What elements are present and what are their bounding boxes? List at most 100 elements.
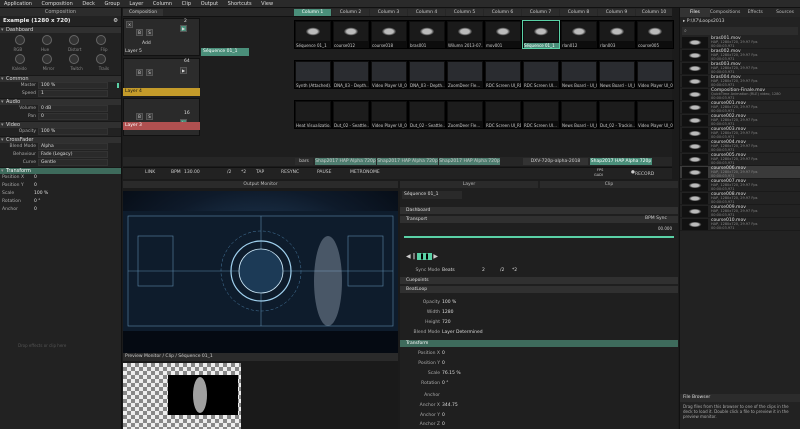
master-slider[interactable]: 100 % bbox=[38, 82, 108, 89]
clip-cell[interactable]: Wilumn 2013-07... bbox=[446, 20, 484, 49]
column-7-tab[interactable]: Column 7 bbox=[522, 9, 559, 16]
speed-slider[interactable]: 1 bbox=[38, 90, 108, 97]
add-layer-button[interactable]: Add bbox=[142, 41, 151, 46]
folder-path[interactable]: P:\X7\Loops2013 bbox=[687, 19, 725, 24]
master-handle[interactable] bbox=[117, 83, 119, 88]
opacity-value[interactable]: 100 % bbox=[442, 299, 456, 307]
clip-cell[interactable]: RDC Screen UI_RDC... bbox=[484, 100, 522, 129]
metronome-button[interactable]: METRONOME bbox=[350, 170, 380, 175]
composition-column-tab[interactable]: Composition bbox=[123, 9, 163, 16]
section-dashboard[interactable]: Dashboard bbox=[400, 207, 678, 214]
knob-mirror[interactable] bbox=[41, 54, 52, 64]
file-item[interactable]: Composition-Finale.mov QuickTime Animatio… bbox=[680, 88, 800, 101]
menu-deck[interactable]: Deck bbox=[78, 0, 99, 8]
section-crossfader[interactable]: CrossFader bbox=[0, 136, 121, 144]
clip-cell[interactable]: Dut_02 - Seattle... bbox=[408, 100, 446, 129]
volume-slider[interactable]: 0 dB bbox=[38, 105, 108, 112]
section-common[interactable]: Common bbox=[0, 75, 121, 83]
clip-cell[interactable]: rlan012 bbox=[560, 20, 598, 49]
clip-cell[interactable]: ZoomDeer Fle... bbox=[446, 60, 484, 89]
blend-select[interactable]: Alpha bbox=[38, 143, 108, 150]
column-10-tab[interactable]: Column 10 bbox=[636, 9, 672, 16]
knob-flip[interactable] bbox=[96, 35, 107, 45]
effects-tab[interactable]: Effects bbox=[740, 8, 770, 17]
section-transport[interactable]: Transport bbox=[400, 216, 678, 223]
scale-value[interactable]: 100 % bbox=[34, 190, 56, 198]
files-tab[interactable]: Files bbox=[680, 8, 710, 17]
solo-button[interactable]: S bbox=[146, 113, 153, 120]
layer-5-play-button[interactable]: ▶ bbox=[180, 25, 187, 32]
posy-value[interactable]: 0 bbox=[34, 182, 56, 190]
clip-cell[interactable]: Dut_02 - Trackin... bbox=[598, 100, 636, 129]
clip-cell[interactable]: rlan003 bbox=[598, 20, 636, 49]
section-audio[interactable]: Audio bbox=[0, 98, 121, 106]
menu-shortcuts[interactable]: Shortcuts bbox=[224, 0, 256, 8]
column-2-tab[interactable]: Column 2 bbox=[332, 9, 369, 16]
clip-cell[interactable]: News Board - UI_06... bbox=[560, 60, 598, 89]
height-value[interactable]: 720 bbox=[442, 319, 451, 327]
posy-value[interactable]: 0 bbox=[442, 360, 445, 368]
clip-name-field[interactable]: Séquence 01_1 bbox=[402, 191, 462, 199]
record-button[interactable]: ● RECORD bbox=[631, 170, 654, 177]
menu-composition[interactable]: Composition bbox=[38, 0, 77, 8]
menu-application[interactable]: Application bbox=[0, 0, 36, 8]
scale-value[interactable]: 76.15 % bbox=[442, 370, 461, 378]
section-beatloop[interactable]: BeatLoop bbox=[400, 286, 678, 293]
file-item[interactable]: course008.mov HAP, 1280x720, 29.97 Fps 00… bbox=[680, 192, 800, 205]
deck-tab-shap-3[interactable]: Shap2017 HAP Alpha 720p bbox=[439, 158, 500, 165]
resync-button[interactable]: RESYNC bbox=[281, 170, 299, 175]
column-3-tab[interactable]: Column 3 bbox=[370, 9, 407, 16]
rotation-value[interactable]: 0 ° bbox=[442, 380, 449, 388]
anchor-x-value[interactable]: 344.75 bbox=[442, 402, 458, 410]
clip-cell[interactable]: bras001 bbox=[408, 20, 446, 49]
sync-num[interactable]: 2 bbox=[482, 267, 485, 275]
clip-cell[interactable]: DNA_03 - Depth... bbox=[332, 60, 370, 89]
clip-cell[interactable]: RDC Screen UI_RDC... bbox=[484, 60, 522, 89]
layer-4-play-button[interactable]: ▶ bbox=[180, 67, 187, 74]
clip-cell[interactable]: course012 bbox=[332, 20, 370, 49]
playback-controls[interactable]: ◀ ‖ ❚❚ ▶ bbox=[406, 253, 438, 260]
knob-kaleido[interactable] bbox=[14, 54, 25, 64]
clip-cell[interactable]: Séquence 01_1 bbox=[294, 20, 332, 49]
column-1-tab[interactable]: Column 1 bbox=[294, 9, 331, 16]
section-transform[interactable]: Transform bbox=[400, 340, 678, 347]
section-transform[interactable]: Transform bbox=[0, 167, 121, 175]
deck-tab-shap-4[interactable]: Shap2017 HAP Alpha 720p bbox=[590, 158, 652, 165]
column-5-tab[interactable]: Column 5 bbox=[446, 9, 483, 16]
menu-view[interactable]: View bbox=[257, 0, 277, 8]
gear-icon[interactable]: ⚙ bbox=[113, 16, 118, 26]
anchor-z-value[interactable]: 0 bbox=[442, 421, 445, 429]
behaviour-select[interactable]: Fade (Legacy) bbox=[38, 151, 108, 158]
clip-cell[interactable]: Video Player UI_03... bbox=[370, 100, 408, 129]
file-item[interactable]: bras004.mov HAP, 1280x720, 29.97 Fps 00:0… bbox=[680, 75, 800, 88]
file-item[interactable]: course006.mov HAP, 1280x720, 29.97 Fps 00… bbox=[680, 166, 800, 179]
bpm-half-button[interactable]: /2 bbox=[227, 170, 231, 175]
knob-hue[interactable] bbox=[41, 35, 52, 45]
bypass-button[interactable]: B bbox=[136, 69, 143, 76]
tap-button[interactable]: TAP bbox=[256, 170, 264, 175]
sync-mode-value[interactable]: Beats bbox=[442, 267, 455, 275]
menu-column[interactable]: Column bbox=[149, 0, 176, 8]
posx-value[interactable]: 0 bbox=[442, 350, 445, 358]
anchor-value[interactable]: 0 bbox=[34, 206, 56, 214]
clip-cell[interactable]: Video Player UI_03... bbox=[370, 60, 408, 89]
clip-cell[interactable]: ZoomDeer Fle... bbox=[446, 100, 484, 129]
clip-cell[interactable]: Heat Visualizatio... bbox=[294, 100, 332, 129]
clip-cell[interactable]: DNA_03 - Depth... bbox=[408, 60, 446, 89]
clip-tab[interactable]: Clip bbox=[540, 181, 678, 188]
bpm-sync-select[interactable]: BPM Sync bbox=[645, 216, 667, 221]
bypass-button[interactable]: B bbox=[136, 29, 143, 36]
file-item[interactable]: course010.mov HAP, 1280x720, 29.97 Fps 00… bbox=[680, 218, 800, 231]
file-item[interactable]: bras001.mov HAP, 1280x720, 29.97 Fps 00:0… bbox=[680, 36, 800, 49]
link-button[interactable]: LINK bbox=[145, 170, 155, 175]
deck-tab-dxv[interactable]: DXV-720p-alpha-2018 bbox=[523, 158, 588, 165]
clip-cell[interactable]: Séquence 01_1 bbox=[522, 20, 560, 49]
file-item[interactable]: bras003.mov HAP, 1280x720, 29.97 Fps 00:0… bbox=[680, 62, 800, 75]
deck-tab-bars[interactable]: bars bbox=[295, 158, 313, 165]
column-6-tab[interactable]: Column 6 bbox=[484, 9, 521, 16]
clip-cell[interactable]: mov001 bbox=[484, 20, 522, 49]
clip-cell[interactable]: course018 bbox=[370, 20, 408, 49]
sources-tab[interactable]: Sources bbox=[770, 8, 800, 17]
sync-double-button[interactable]: *2 bbox=[512, 267, 517, 275]
clip-cell[interactable]: RDC Screen UI... bbox=[522, 100, 560, 129]
